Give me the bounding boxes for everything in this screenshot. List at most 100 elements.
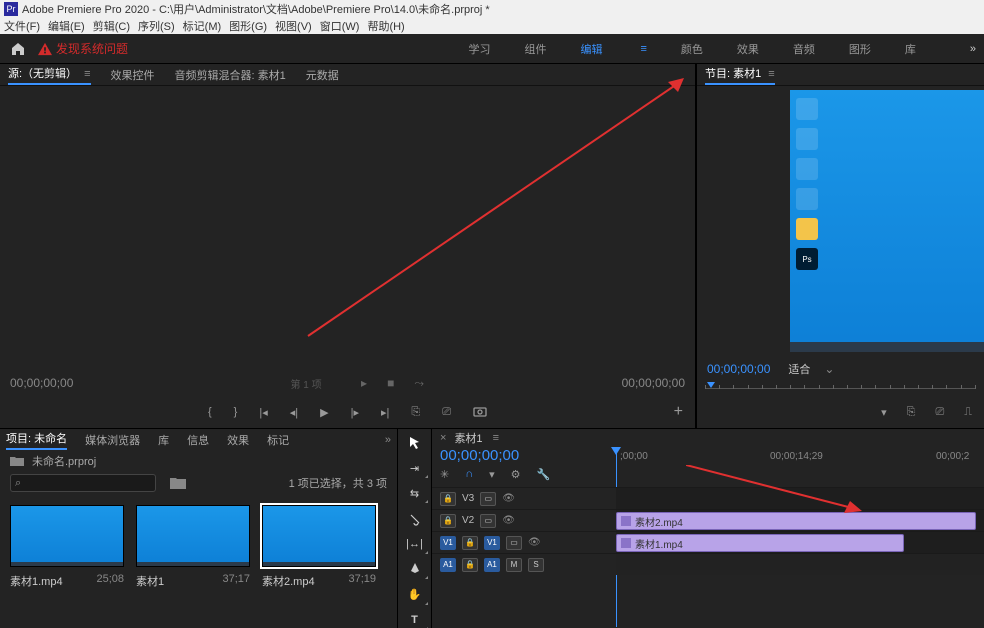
- program-monitor[interactable]: Ps: [697, 86, 984, 356]
- sequence-tab[interactable]: 素材1: [454, 430, 482, 446]
- track-header-a1[interactable]: A1 🔒 A1 M S: [432, 553, 616, 575]
- stop-icon[interactable]: ■: [387, 376, 394, 390]
- menu-item[interactable]: 序列(S): [138, 18, 175, 34]
- menu-item[interactable]: 标记(M): [183, 18, 222, 34]
- track-row-v1[interactable]: 素材1.mp4: [616, 531, 984, 553]
- track-select-tool-icon[interactable]: ⇥: [406, 460, 424, 475]
- eye-icon[interactable]: 👁: [528, 537, 540, 549]
- program-fit-menu[interactable]: 适合: [788, 361, 810, 377]
- timeline-ruler[interactable]: ;00;00 00;00;14;29 00;00;2: [616, 447, 976, 487]
- source-tab[interactable]: 元数据: [306, 67, 339, 83]
- project-filename[interactable]: 未命名.prproj: [32, 453, 96, 469]
- snap-icon[interactable]: ✳: [440, 468, 449, 481]
- track-target[interactable]: A1: [484, 558, 500, 572]
- source-monitor[interactable]: [0, 86, 695, 370]
- go-in-icon[interactable]: |◂: [259, 406, 267, 419]
- track-content[interactable]: 素材2.mp4 素材1.mp4: [616, 487, 984, 628]
- pen-tool-icon[interactable]: [406, 562, 424, 577]
- mark-in-icon[interactable]: {: [208, 406, 212, 418]
- project-tab[interactable]: 信息: [187, 432, 209, 448]
- hand-tool-icon[interactable]: ✋: [406, 587, 424, 602]
- razor-tool-icon[interactable]: [406, 511, 424, 526]
- toggle-output-icon[interactable]: ▭: [506, 536, 522, 550]
- fit-menu[interactable]: 第 1 项: [271, 376, 341, 391]
- workspace-颜色[interactable]: 颜色: [681, 41, 703, 57]
- program-mini-ruler[interactable]: [705, 382, 976, 396]
- panel-menu-icon[interactable]: ≡: [493, 432, 499, 444]
- add-button-icon[interactable]: +: [674, 403, 683, 421]
- mark-out-icon[interactable]: }: [234, 406, 238, 418]
- project-tab[interactable]: 项目: 未命名: [6, 430, 67, 450]
- track-header-v3[interactable]: 🔒 V3 ▭ 👁: [432, 487, 616, 509]
- insert-icon[interactable]: ⎘: [411, 406, 420, 419]
- workspace-音频[interactable]: 音频: [793, 41, 815, 57]
- eye-icon[interactable]: 👁: [502, 493, 514, 505]
- lock-icon[interactable]: 🔒: [462, 558, 478, 572]
- workspace-编辑[interactable]: 编辑: [580, 41, 602, 57]
- ripple-tool-icon[interactable]: ⇆: [406, 486, 424, 501]
- workspace-图形[interactable]: 图形: [849, 41, 871, 57]
- lock-icon[interactable]: 🔒: [440, 492, 456, 506]
- project-clip[interactable]: 素材1.mp425;08: [10, 505, 124, 589]
- linked-selection-icon[interactable]: ∩: [465, 468, 473, 481]
- overwrite-icon[interactable]: ⎚: [442, 406, 451, 419]
- chevron-down-icon[interactable]: ⌄: [824, 362, 834, 376]
- menu-item[interactable]: 剪辑(C): [93, 18, 130, 34]
- track-row-v2[interactable]: 素材2.mp4: [616, 509, 984, 531]
- timeline-timecode[interactable]: 00;00;00;00: [440, 447, 616, 464]
- project-tab[interactable]: 媒体浏览器: [85, 432, 140, 448]
- step-back-icon[interactable]: ◂|: [290, 406, 298, 419]
- slip-tool-icon[interactable]: |↔|: [406, 537, 424, 552]
- workspace-menu-icon[interactable]: ≡: [640, 43, 646, 55]
- marker-icon[interactable]: ▾: [489, 468, 495, 481]
- extract-icon[interactable]: ⎚: [935, 406, 944, 419]
- menu-item[interactable]: 图形(G): [229, 18, 267, 34]
- project-tab[interactable]: 效果: [227, 432, 249, 448]
- settings-icon[interactable]: ⚙: [511, 468, 521, 481]
- mute-icon[interactable]: M: [506, 558, 522, 572]
- timeline-clip[interactable]: 素材1.mp4: [616, 534, 904, 552]
- panel-menu-icon[interactable]: ≡: [765, 68, 774, 80]
- home-icon[interactable]: [8, 39, 28, 59]
- go-out-icon[interactable]: ▸|: [381, 406, 389, 419]
- tab-program[interactable]: 节目: 素材1 ≡: [705, 65, 775, 85]
- caret-right-icon[interactable]: ▸: [361, 376, 367, 390]
- menu-item[interactable]: 窗口(W): [320, 18, 360, 34]
- project-tab[interactable]: 库: [158, 432, 169, 448]
- skip-icon[interactable]: ⤳: [414, 376, 424, 391]
- track-target[interactable]: V1: [484, 536, 500, 550]
- lock-icon[interactable]: 🔒: [440, 514, 456, 528]
- workspace-组件[interactable]: 组件: [524, 41, 546, 57]
- source-tab[interactable]: 音频剪辑混合器: 素材1: [175, 67, 286, 83]
- toggle-output-icon[interactable]: ▭: [480, 492, 496, 506]
- project-clip[interactable]: 素材2.mp437;19: [262, 505, 376, 589]
- search-input[interactable]: ⌕: [10, 474, 156, 492]
- track-header-v1[interactable]: V1 🔒 V1 ▭ 👁: [432, 531, 616, 553]
- lift-icon[interactable]: ⎘: [907, 406, 916, 419]
- source-patch[interactable]: A1: [440, 558, 456, 572]
- track-header-v2[interactable]: 🔒 V2 ▭ 👁: [432, 509, 616, 531]
- toggle-output-icon[interactable]: ▭: [480, 514, 496, 528]
- wrench-icon[interactable]: 🔧: [537, 468, 551, 481]
- source-tab[interactable]: 源:（无剪辑） ≡: [8, 65, 91, 85]
- play-icon[interactable]: ▶: [320, 406, 328, 419]
- step-fwd-icon[interactable]: |▸: [351, 406, 359, 419]
- source-patch[interactable]: V1: [440, 536, 456, 550]
- workspace-学习[interactable]: 学习: [468, 41, 490, 57]
- marker-icon[interactable]: ▾: [881, 406, 887, 419]
- export-frame-icon[interactable]: ⎍: [964, 406, 972, 419]
- selection-tool-icon[interactable]: [406, 435, 424, 450]
- mini-playhead-icon[interactable]: [707, 382, 715, 388]
- new-bin-icon[interactable]: [170, 477, 186, 489]
- system-warning[interactable]: 发现系统问题: [38, 40, 128, 57]
- eye-icon[interactable]: 👁: [502, 515, 514, 527]
- workspace-库[interactable]: 库: [905, 41, 916, 57]
- export-frame-icon[interactable]: [473, 406, 487, 418]
- panel-menu-icon[interactable]: ≡: [81, 68, 90, 80]
- close-tab-icon[interactable]: ×: [440, 432, 446, 444]
- track-row-a1[interactable]: [616, 553, 984, 575]
- workspace-效果[interactable]: 效果: [737, 41, 759, 57]
- tabs-overflow-icon[interactable]: »: [385, 434, 391, 446]
- lock-icon[interactable]: 🔒: [462, 536, 478, 550]
- track-row-v3[interactable]: [616, 487, 984, 509]
